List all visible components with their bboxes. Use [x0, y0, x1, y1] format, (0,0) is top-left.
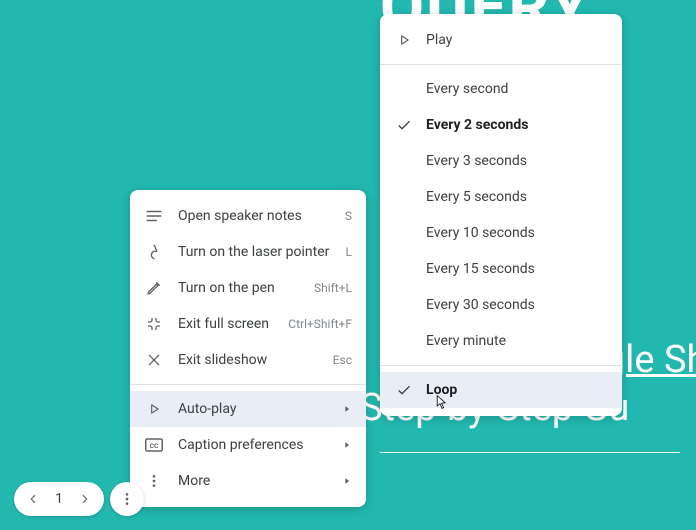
play-icon: [144, 399, 164, 419]
submenu-interval-5[interactable]: Every 15 seconds: [380, 251, 622, 287]
submenu-interval-7[interactable]: Every minute: [380, 323, 622, 359]
menu-item-shortcut: L: [346, 245, 352, 259]
check-placeholder: [394, 187, 414, 207]
next-slide-button[interactable]: [72, 486, 98, 512]
close-icon: [144, 350, 164, 370]
check-placeholder: [394, 295, 414, 315]
play-icon: [394, 30, 414, 50]
prev-slide-button[interactable]: [20, 486, 46, 512]
menu-divider: [130, 384, 366, 385]
submenu-interval-label: Every minute: [426, 333, 608, 349]
menu-speaker-notes[interactable]: Open speaker notes S: [130, 198, 366, 234]
submenu-interval-6[interactable]: Every 30 seconds: [380, 287, 622, 323]
submenu-interval-label: Every 30 seconds: [426, 297, 608, 313]
submenu-interval-label: Every second: [426, 81, 608, 97]
submenu-interval-1[interactable]: Every 2 seconds: [380, 107, 622, 143]
check-icon: [394, 380, 414, 400]
submenu-interval-2[interactable]: Every 3 seconds: [380, 143, 622, 179]
menu-item-label: Open speaker notes: [178, 208, 345, 224]
menu-item-shortcut: S: [345, 209, 352, 223]
menu-item-label: Auto-play: [178, 401, 336, 417]
menu-item-label: More: [178, 473, 336, 489]
presentation-context-menu: Open speaker notes S Turn on the laser p…: [130, 190, 366, 507]
check-placeholder: [394, 259, 414, 279]
submenu-play-label: Play: [426, 32, 608, 48]
menu-item-shortcut: Ctrl+Shift+F: [288, 317, 352, 331]
pen-icon: [144, 278, 164, 298]
submenu-interval-3[interactable]: Every 5 seconds: [380, 179, 622, 215]
chevron-right-icon: [342, 404, 352, 414]
autoplay-submenu: Play Every second Every 2 seconds Every …: [380, 14, 622, 416]
check-placeholder: [394, 79, 414, 99]
cc-icon: CC: [144, 435, 164, 455]
notes-icon: [144, 206, 164, 226]
menu-item-label: Turn on the laser pointer: [178, 244, 346, 260]
submenu-interval-4[interactable]: Every 10 seconds: [380, 215, 622, 251]
check-placeholder: [394, 223, 414, 243]
laser-icon: [144, 242, 164, 262]
menu-item-label: Exit slideshow: [178, 352, 333, 368]
options-menu-button[interactable]: [110, 482, 144, 516]
menu-item-label: Caption preferences: [178, 437, 336, 453]
menu-item-label: Turn on the pen: [178, 280, 314, 296]
submenu-divider: [380, 64, 622, 65]
menu-autoplay[interactable]: Auto-play: [130, 391, 366, 427]
menu-item-shortcut: Shift+L: [314, 281, 352, 295]
chevron-right-icon: [342, 476, 352, 486]
menu-item-shortcut: Esc: [333, 353, 352, 367]
menu-pen[interactable]: Turn on the pen Shift+L: [130, 270, 366, 306]
slide-pager: 1: [14, 482, 104, 516]
more-vertical-icon: [144, 471, 164, 491]
current-slide-number[interactable]: 1: [46, 491, 72, 507]
menu-exit-fullscreen[interactable]: Exit full screen Ctrl+Shift+F: [130, 306, 366, 342]
check-icon: [394, 115, 414, 135]
submenu-interval-label: Every 5 seconds: [426, 189, 608, 205]
submenu-loop-label: Loop: [426, 382, 608, 398]
menu-more[interactable]: More: [130, 463, 366, 499]
menu-item-label: Exit full screen: [178, 316, 288, 332]
menu-captions[interactable]: CC Caption preferences: [130, 427, 366, 463]
exit-fullscreen-icon: [144, 314, 164, 334]
slide-divider-line: [380, 452, 680, 453]
submenu-divider: [380, 365, 622, 366]
submenu-interval-label: Every 15 seconds: [426, 261, 608, 277]
menu-laser-pointer[interactable]: Turn on the laser pointer L: [130, 234, 366, 270]
submenu-loop[interactable]: Loop: [380, 372, 622, 408]
chevron-right-icon: [342, 440, 352, 450]
submenu-interval-label: Every 2 seconds: [426, 117, 608, 133]
submenu-interval-label: Every 10 seconds: [426, 225, 608, 241]
submenu-interval-label: Every 3 seconds: [426, 153, 608, 169]
check-placeholder: [394, 151, 414, 171]
submenu-play[interactable]: Play: [380, 22, 622, 58]
presentation-controls: 1: [14, 482, 144, 516]
menu-exit-slideshow[interactable]: Exit slideshow Esc: [130, 342, 366, 378]
submenu-interval-0[interactable]: Every second: [380, 71, 622, 107]
check-placeholder: [394, 331, 414, 351]
svg-text:CC: CC: [150, 442, 159, 450]
